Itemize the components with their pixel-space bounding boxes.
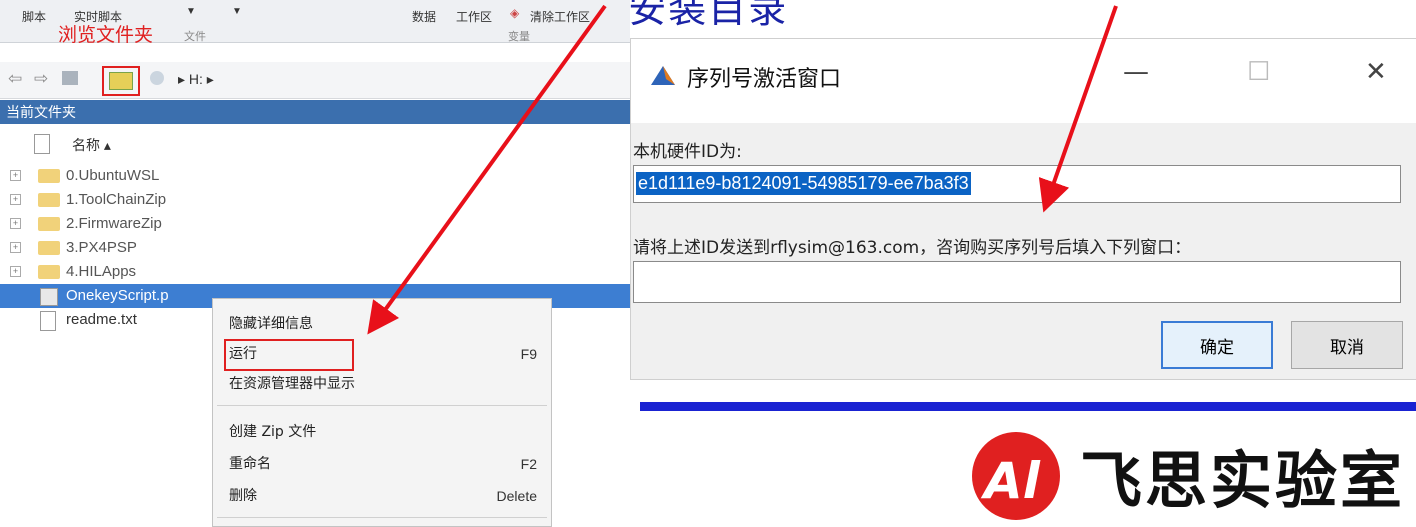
expand-icon[interactable]: + <box>10 194 21 205</box>
ok-button[interactable]: 确定 <box>1161 321 1273 369</box>
lab-logo-icon: Al <box>972 432 1060 520</box>
hardware-id-field[interactable]: e1d111e9-b8124091-54985179-ee7ba3f3 <box>633 165 1401 203</box>
menu-item-shortcut: Delete <box>496 488 537 504</box>
menu-item-label: 创建 Zip 文件 <box>229 424 317 440</box>
expand-icon[interactable]: + <box>10 266 21 277</box>
menu-item-label: 在资源管理器中显示 <box>229 376 355 392</box>
matlab-logo-icon <box>651 66 675 85</box>
close-button[interactable]: ✕ <box>1365 57 1387 87</box>
toolstrip-script-button[interactable]: 脚本 <box>22 8 46 25</box>
expand-icon[interactable]: + <box>10 218 21 229</box>
file-name: readme.txt <box>66 311 137 328</box>
toolstrip-clear-workspace-button[interactable]: 清除工作区 <box>530 8 590 25</box>
up-folder-icon[interactable] <box>62 71 78 85</box>
folder-icon <box>38 217 60 231</box>
search-icon[interactable] <box>150 71 164 85</box>
text-file-icon <box>40 311 56 331</box>
current-folder-title: 当前文件夹 <box>0 100 630 124</box>
expand-icon[interactable]: + <box>10 242 21 253</box>
menu-item-run[interactable]: 运行 F9 <box>229 341 549 367</box>
folder-icon <box>38 265 60 279</box>
p-file-icon <box>40 288 58 306</box>
list-item[interactable]: + 2.FirmwareZip <box>0 212 630 236</box>
file-icon <box>34 134 50 154</box>
menu-item-label: 隐藏详细信息 <box>229 316 313 332</box>
activation-dialog: 序列号激活窗口 — ☐ ✕ 本机硬件ID为: e1d111e9-b8124091… <box>630 38 1416 380</box>
dialog-titlebar: 序列号激活窗口 — ☐ ✕ <box>631 39 1416 123</box>
name-column-header[interactable]: 名称 ▴ <box>72 135 111 155</box>
chevron-down-icon[interactable]: ▼ <box>232 6 242 17</box>
folder-name: 4.HILApps <box>66 263 137 280</box>
list-item[interactable]: + 4.HILApps <box>0 260 630 284</box>
menu-item-label: 删除 <box>229 488 257 504</box>
list-item[interactable]: + 1.ToolChainZip <box>0 188 630 212</box>
forward-arrow-icon[interactable]: ⇨ <box>34 69 48 89</box>
cancel-button[interactable]: 取消 <box>1291 321 1403 369</box>
expand-icon[interactable]: + <box>10 170 21 181</box>
menu-item-shortcut: F9 <box>520 346 537 362</box>
menu-item-label: 重命名 <box>229 456 271 472</box>
menu-item-create-zip[interactable]: 创建 Zip 文件 <box>229 419 549 445</box>
address-bar: ⇦ ⇨ ▸ H: ▸ <box>0 62 630 99</box>
folder-path[interactable]: ▸ H: ▸ <box>178 71 214 88</box>
menu-item-delete[interactable]: 删除 Delete <box>229 483 549 509</box>
file-list-header: 名称 ▴ <box>0 126 630 160</box>
menu-item-rename[interactable]: 重命名 F2 <box>229 451 549 477</box>
instruction-text: 请将上述ID发送到rflysim@163.com，咨询购买序列号后填入下列窗口： <box>633 238 1192 258</box>
eraser-icon: ◈ <box>510 6 520 20</box>
menu-item-show-in-explorer[interactable]: 在资源管理器中显示 <box>229 371 549 397</box>
svg-text:Al: Al <box>980 452 1041 510</box>
toolstrip-workspace-button[interactable]: 工作区 <box>456 8 492 25</box>
browse-folder-button[interactable] <box>102 66 140 96</box>
toolstrip-data-button[interactable]: 数据 <box>412 8 436 25</box>
lab-name: 飞思实验室 <box>1080 444 1406 517</box>
serial-number-input[interactable] <box>633 261 1401 303</box>
folder-name: 3.PX4PSP <box>66 239 137 256</box>
folder-name: 1.ToolChainZip <box>66 191 167 208</box>
menu-item-hide-details[interactable]: 隐藏详细信息 <box>229 311 549 337</box>
folder-browse-icon <box>109 72 133 90</box>
folder-icon <box>38 193 60 207</box>
decorative-band <box>640 402 1416 411</box>
minimize-button[interactable]: — <box>1123 57 1149 87</box>
folder-name: 2.FirmwareZip <box>66 215 162 232</box>
chevron-down-icon[interactable]: ▼ <box>186 6 196 17</box>
variable-section-label: 变量 <box>508 31 530 43</box>
back-arrow-icon[interactable]: ⇦ <box>8 69 22 89</box>
folder-icon <box>38 169 60 183</box>
file-section-label: 文件 <box>184 31 206 43</box>
menu-divider <box>217 517 547 518</box>
folder-icon <box>38 241 60 255</box>
context-menu: 隐藏详细信息 运行 F9 在资源管理器中显示 创建 Zip 文件 重命名 F2 … <box>212 298 552 527</box>
maximize-button[interactable]: ☐ <box>1247 57 1270 87</box>
list-item[interactable]: + 0.UbuntuWSL <box>0 164 630 188</box>
hardware-id-label: 本机硬件ID为: <box>633 142 742 162</box>
lab-logo: Al 飞思实验室 <box>962 428 1416 525</box>
browse-folder-annotation: 浏览文件夹 <box>58 24 154 46</box>
hardware-id-value: e1d111e9-b8124091-54985179-ee7ba3f3 <box>636 172 971 195</box>
menu-divider <box>217 405 547 406</box>
menu-item-shortcut: F2 <box>520 456 537 472</box>
folder-name: 0.UbuntuWSL <box>66 167 160 184</box>
file-name: OnekeyScript.p <box>66 287 169 304</box>
list-item[interactable]: + 3.PX4PSP <box>0 236 630 260</box>
menu-item-label: 运行 <box>229 346 257 362</box>
dialog-title: 序列号激活窗口 <box>687 67 842 92</box>
